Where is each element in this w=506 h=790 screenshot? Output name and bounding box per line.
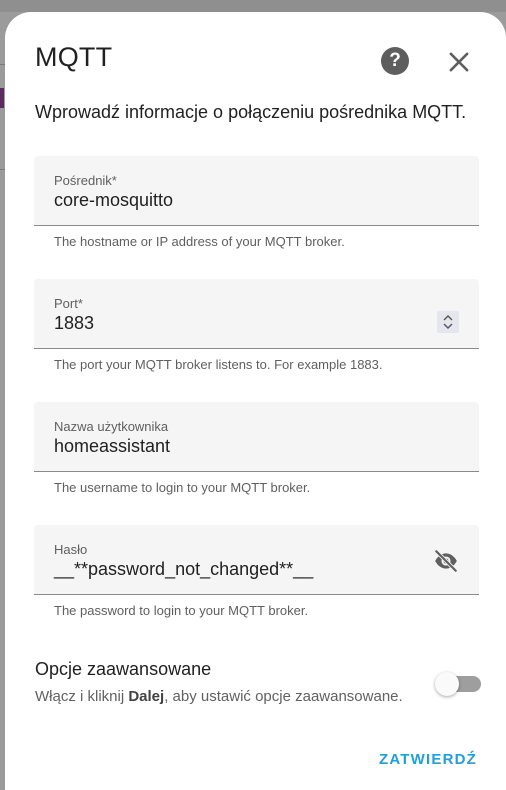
password-helper: The password to login to your MQTT broke… bbox=[54, 603, 309, 618]
username-field[interactable]: Nazwa użytkownika homeassistant bbox=[34, 402, 479, 472]
broker-field[interactable]: Pośrednik* core-mosquitto bbox=[34, 156, 479, 226]
password-label: Hasło bbox=[54, 542, 88, 557]
username-helper: The username to login to your MQTT broke… bbox=[54, 480, 311, 495]
background-topbar bbox=[0, 0, 506, 12]
broker-label: Pośrednik* bbox=[54, 173, 117, 188]
advanced-desc-after: , aby ustawić opcje zaawansowane. bbox=[164, 688, 403, 705]
mqtt-dialog: MQTT ? Wprowadź informacje o połączeniu … bbox=[5, 12, 506, 790]
advanced-options-toggle[interactable] bbox=[435, 672, 481, 700]
port-field[interactable]: Port* 1883 bbox=[34, 279, 479, 349]
advanced-options-title: Opcje zaawansowane bbox=[35, 659, 212, 679]
advanced-options-description: Włącz i kliknij Dalej, aby ustawić opcje… bbox=[35, 688, 403, 705]
advanced-desc-bold: Dalej bbox=[128, 688, 165, 705]
port-stepper[interactable] bbox=[437, 311, 459, 333]
username-input[interactable]: homeassistant bbox=[54, 436, 414, 457]
password-input[interactable]: __**password_not_changed**__ bbox=[54, 559, 414, 580]
port-helper: The port your MQTT broker listens to. Fo… bbox=[54, 357, 383, 372]
background-accent bbox=[0, 88, 4, 108]
close-icon[interactable] bbox=[445, 48, 473, 76]
dialog-description: Wprowadź informacje o połączeniu pośredn… bbox=[35, 102, 467, 122]
chevron-updown-icon bbox=[443, 315, 453, 329]
username-label: Nazwa użytkownika bbox=[54, 419, 169, 434]
broker-input[interactable]: core-mosquitto bbox=[54, 190, 414, 211]
password-field[interactable]: Hasło __**password_not_changed**__ bbox=[34, 525, 479, 595]
toggle-thumb bbox=[435, 672, 459, 696]
submit-button[interactable]: ZATWIERDŹ bbox=[379, 751, 477, 768]
broker-helper: The hostname or IP address of your MQTT … bbox=[54, 234, 345, 249]
eye-off-icon[interactable] bbox=[433, 548, 459, 574]
port-label: Port* bbox=[54, 296, 83, 311]
port-input[interactable]: 1883 bbox=[54, 313, 414, 334]
dialog-title: MQTT bbox=[35, 42, 113, 72]
advanced-desc-before: Włącz i kliknij bbox=[35, 688, 129, 705]
help-icon[interactable]: ? bbox=[381, 47, 409, 75]
